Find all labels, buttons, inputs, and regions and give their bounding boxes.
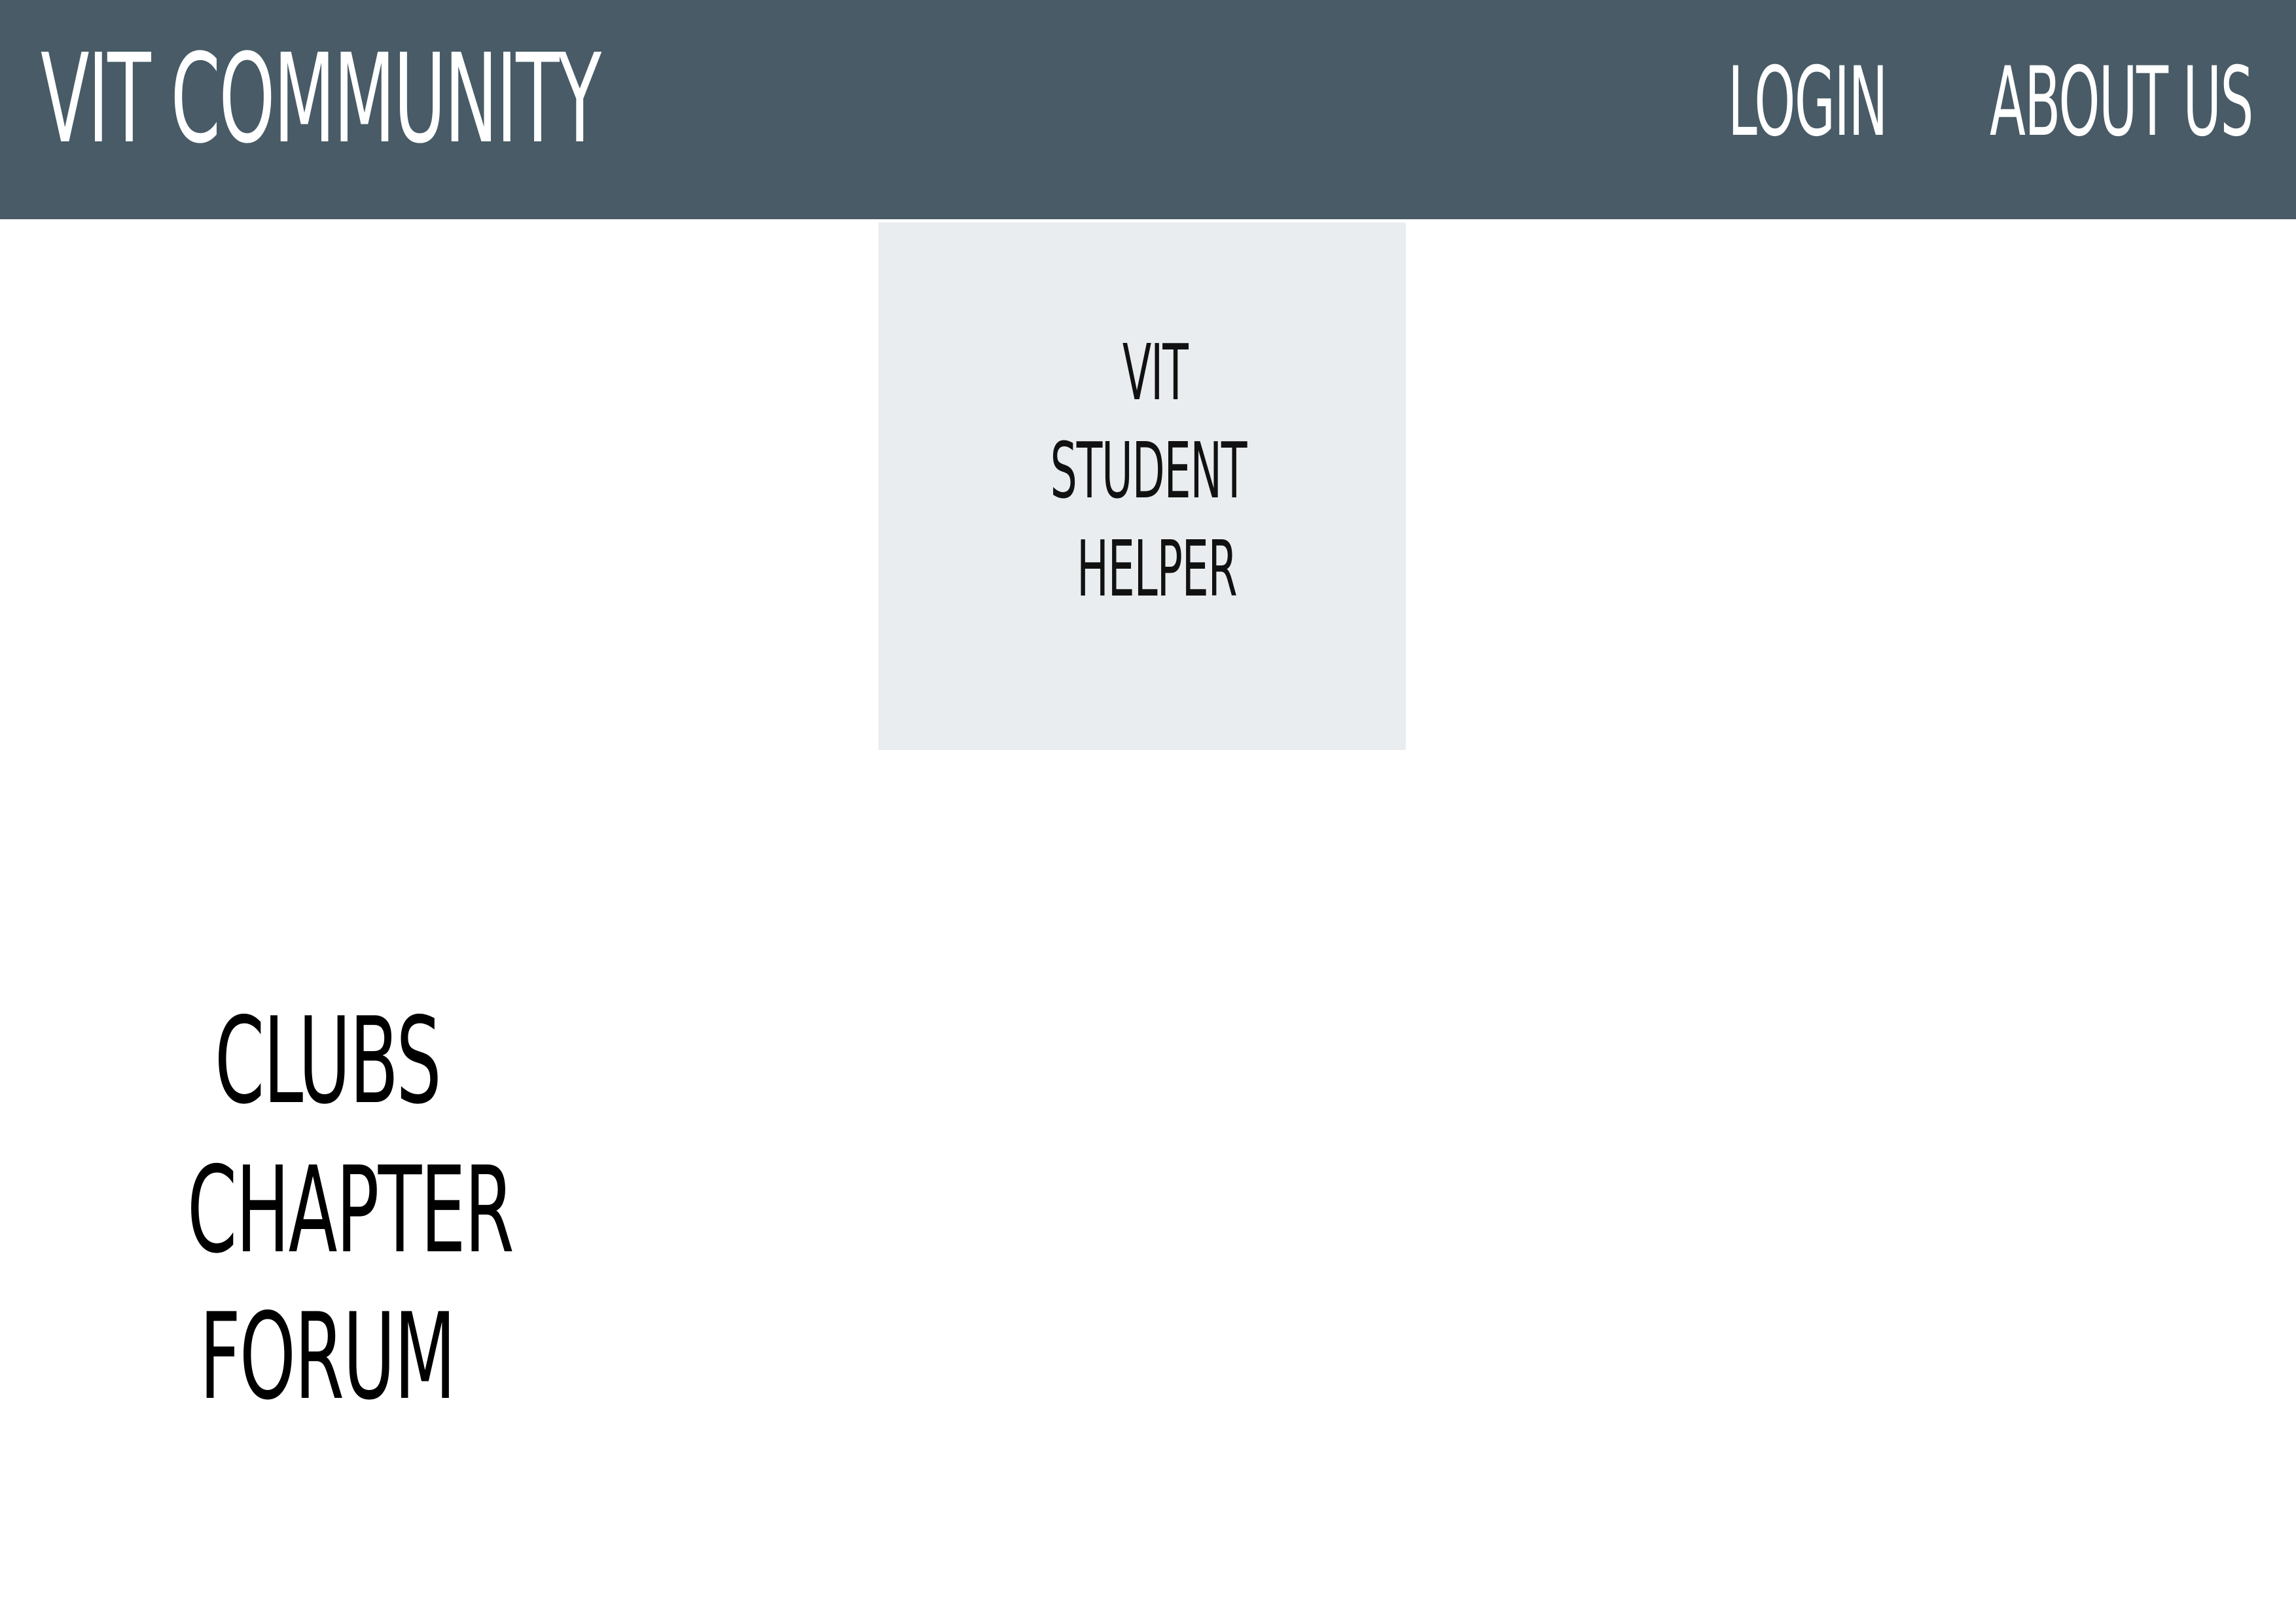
menu-item-label: FORUM xyxy=(200,1287,456,1426)
menu-item-label: CLUBS xyxy=(214,991,442,1130)
about-us-link[interactable]: ABOUT US xyxy=(1990,54,2253,150)
menu-item-forum[interactable]: FORUM xyxy=(79,1297,576,1416)
login-link[interactable]: LOGIN xyxy=(1728,54,1888,150)
menu-item-label: CHAPTER xyxy=(187,1141,514,1279)
menu-item-clubs[interactable]: CLUBS xyxy=(79,1001,576,1120)
card-title-line: VIT xyxy=(891,334,1419,411)
card-title-text: HELPER xyxy=(1076,524,1238,614)
menu-item-chapter[interactable]: CHAPTER xyxy=(79,1150,576,1270)
card-title-text: VIT xyxy=(1122,327,1189,418)
student-helper-card: VIT STUDENT HELPER xyxy=(878,223,1406,750)
top-header: VIT COMMUNITY LOGIN ABOUT US xyxy=(0,0,2296,219)
site-brand[interactable]: VIT COMMUNITY xyxy=(41,38,601,161)
card-title-line: HELPER xyxy=(893,530,1420,607)
card-title-line: STUDENT xyxy=(885,432,1412,509)
card-title-text: STUDENT xyxy=(1050,425,1247,516)
